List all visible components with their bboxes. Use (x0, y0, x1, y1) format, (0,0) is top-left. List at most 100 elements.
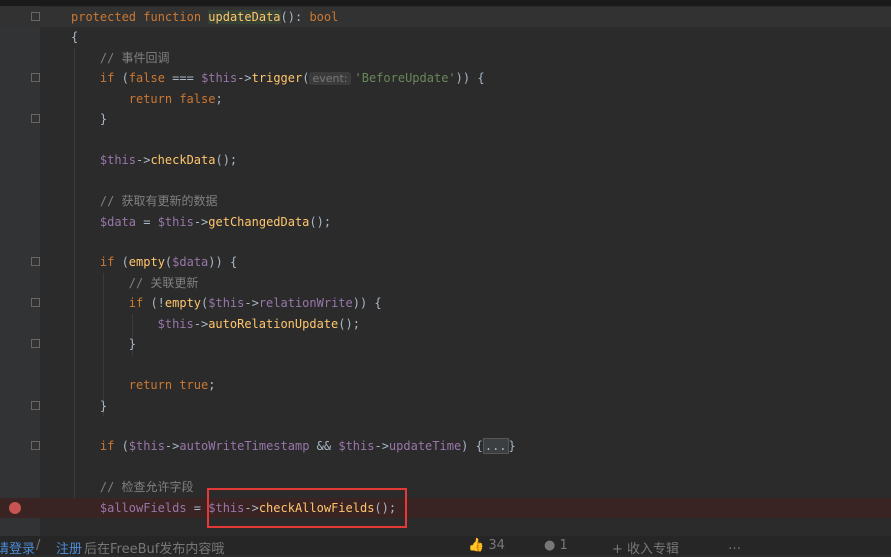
code-token: $data (172, 255, 209, 270)
code-text: { (71, 27, 78, 47)
fold-marker-icon[interactable] (31, 257, 40, 267)
code-line[interactable]: // 事件回调 (0, 48, 891, 68)
code-line[interactable]: } (0, 396, 891, 416)
code-token: $allowFields (99, 500, 194, 515)
code-line[interactable]: } (0, 109, 891, 129)
code-line[interactable]: // 获取有更新的数据 (0, 191, 891, 211)
code-line[interactable]: { (0, 27, 891, 47)
code-line[interactable] (0, 457, 891, 477)
code-token: autoWriteTimestamp (179, 439, 317, 454)
code-text: // 关联更新 (129, 273, 199, 293)
page-footer: 请登录 / 注册 后在FreeBuf发布内容哦 👍 34 ● 1 + 收入专辑 … (0, 536, 891, 557)
code-token: ( (121, 439, 129, 454)
code-line[interactable]: } (0, 334, 891, 354)
code-text: $this->autoRelationUpdate(); (158, 314, 360, 334)
comment-button[interactable]: ● 1 (544, 538, 568, 553)
code-token: $this (201, 71, 238, 86)
code-token: empty (164, 296, 202, 311)
code-text: if (empty($data)) { (100, 252, 237, 272)
code-token: $this (338, 439, 375, 454)
code-line[interactable]: // 关联更新 (0, 273, 891, 293)
code-token: (! (150, 296, 165, 311)
code-token: )) { (455, 71, 485, 86)
code-text: if (!empty($this->relationWrite)) { (129, 293, 382, 313)
code-line[interactable] (0, 171, 891, 191)
code-line[interactable]: return false; (0, 89, 891, 109)
code-token: )) { (352, 296, 382, 311)
code-token: ; (208, 378, 216, 393)
code-line[interactable] (0, 416, 891, 436)
code-line[interactable]: $this->checkData(); (0, 150, 891, 170)
code-line[interactable]: if ($this->autoWriteTimestamp && $this->… (0, 436, 891, 456)
code-token: } (99, 398, 108, 413)
code-token: -> (164, 439, 180, 454)
code-line[interactable]: // 检查允许字段 (0, 477, 891, 497)
code-token: updateTime (388, 439, 462, 454)
code-token: (); (309, 214, 332, 229)
register-link[interactable]: 注册 (56, 538, 82, 557)
code-token: { (71, 30, 79, 45)
code-token: // 检查允许字段 (99, 480, 194, 495)
code-token: protected function (71, 10, 209, 24)
breakpoint-icon[interactable] (9, 501, 21, 514)
code-token: (); (338, 316, 360, 331)
code-token: if (99, 439, 122, 454)
code-token: ; (215, 91, 223, 106)
code-token: -> (237, 71, 252, 86)
code-token: return false (128, 91, 216, 106)
code-line[interactable]: if (!empty($this->relationWrite)) { (0, 293, 891, 313)
separator: / (36, 538, 41, 553)
code-text: // 事件回调 (100, 48, 170, 68)
code-line[interactable]: $allowFields = $this->checkAllowFields()… (0, 497, 891, 518)
code-text: $this->checkData(); (100, 150, 237, 170)
code-token: ( (121, 71, 129, 86)
code-line[interactable]: $data = $this->getChangedData(); (0, 212, 891, 232)
code-text: // 检查允许字段 (100, 477, 194, 497)
code-line[interactable]: if (false === $this->trigger(event: 'Befo… (0, 68, 891, 88)
code-text: return false; (129, 89, 223, 109)
code-token: $data (99, 214, 144, 229)
code-text: } (100, 396, 107, 416)
code-token: if (99, 255, 122, 270)
code-token: } (508, 439, 516, 454)
code-text: if (false === $this->trigger(event: 'Befo… (100, 68, 485, 89)
code-token: bool (309, 10, 339, 24)
fold-marker-icon[interactable] (31, 73, 40, 83)
code-token: -> (374, 439, 389, 454)
code-line[interactable] (0, 355, 891, 375)
fold-marker-icon[interactable] (31, 441, 40, 451)
code-text: // 获取有更新的数据 (100, 191, 218, 211)
login-link[interactable]: 请登录 (0, 538, 35, 557)
code-token: $this (208, 296, 245, 311)
code-token: return true (128, 378, 209, 393)
code-line[interactable] (0, 130, 891, 150)
code-line[interactable]: protected function updateData(): bool (0, 7, 891, 27)
code-token: // 获取有更新的数据 (99, 194, 218, 209)
code-line[interactable]: $this->autoRelationUpdate(); (0, 314, 891, 334)
code-text: protected function updateData(): bool (71, 7, 338, 27)
code-token: ) { (461, 439, 483, 454)
collect-button[interactable]: + 收入专辑 (612, 538, 679, 557)
code-token: $this (157, 214, 194, 229)
folded-code-button[interactable]: ... (482, 438, 509, 455)
fold-marker-icon[interactable] (31, 339, 40, 349)
code-token: $this (157, 316, 194, 331)
code-token: === (172, 71, 202, 86)
like-button[interactable]: 👍 34 (468, 538, 505, 553)
fold-marker-icon[interactable] (31, 400, 40, 410)
code-token: $this (128, 439, 165, 454)
code-token: 'BeforeUpdate' (354, 71, 456, 86)
code-token: empty (128, 255, 165, 270)
fold-marker-icon[interactable] (31, 298, 40, 308)
code-line[interactable] (0, 232, 891, 252)
code-token: relationWrite (258, 296, 353, 311)
code-line[interactable]: return true; (0, 375, 891, 395)
fold-marker-icon[interactable] (31, 114, 40, 124)
code-line[interactable]: if (empty($data)) { (0, 252, 891, 272)
parameter-hint: event: (309, 72, 351, 86)
more-button[interactable]: … (728, 538, 741, 553)
code-token: -> (136, 153, 151, 168)
code-token: // 关联更新 (128, 275, 199, 290)
code-token: (); (215, 153, 238, 168)
fold-marker-icon[interactable] (31, 12, 40, 21)
